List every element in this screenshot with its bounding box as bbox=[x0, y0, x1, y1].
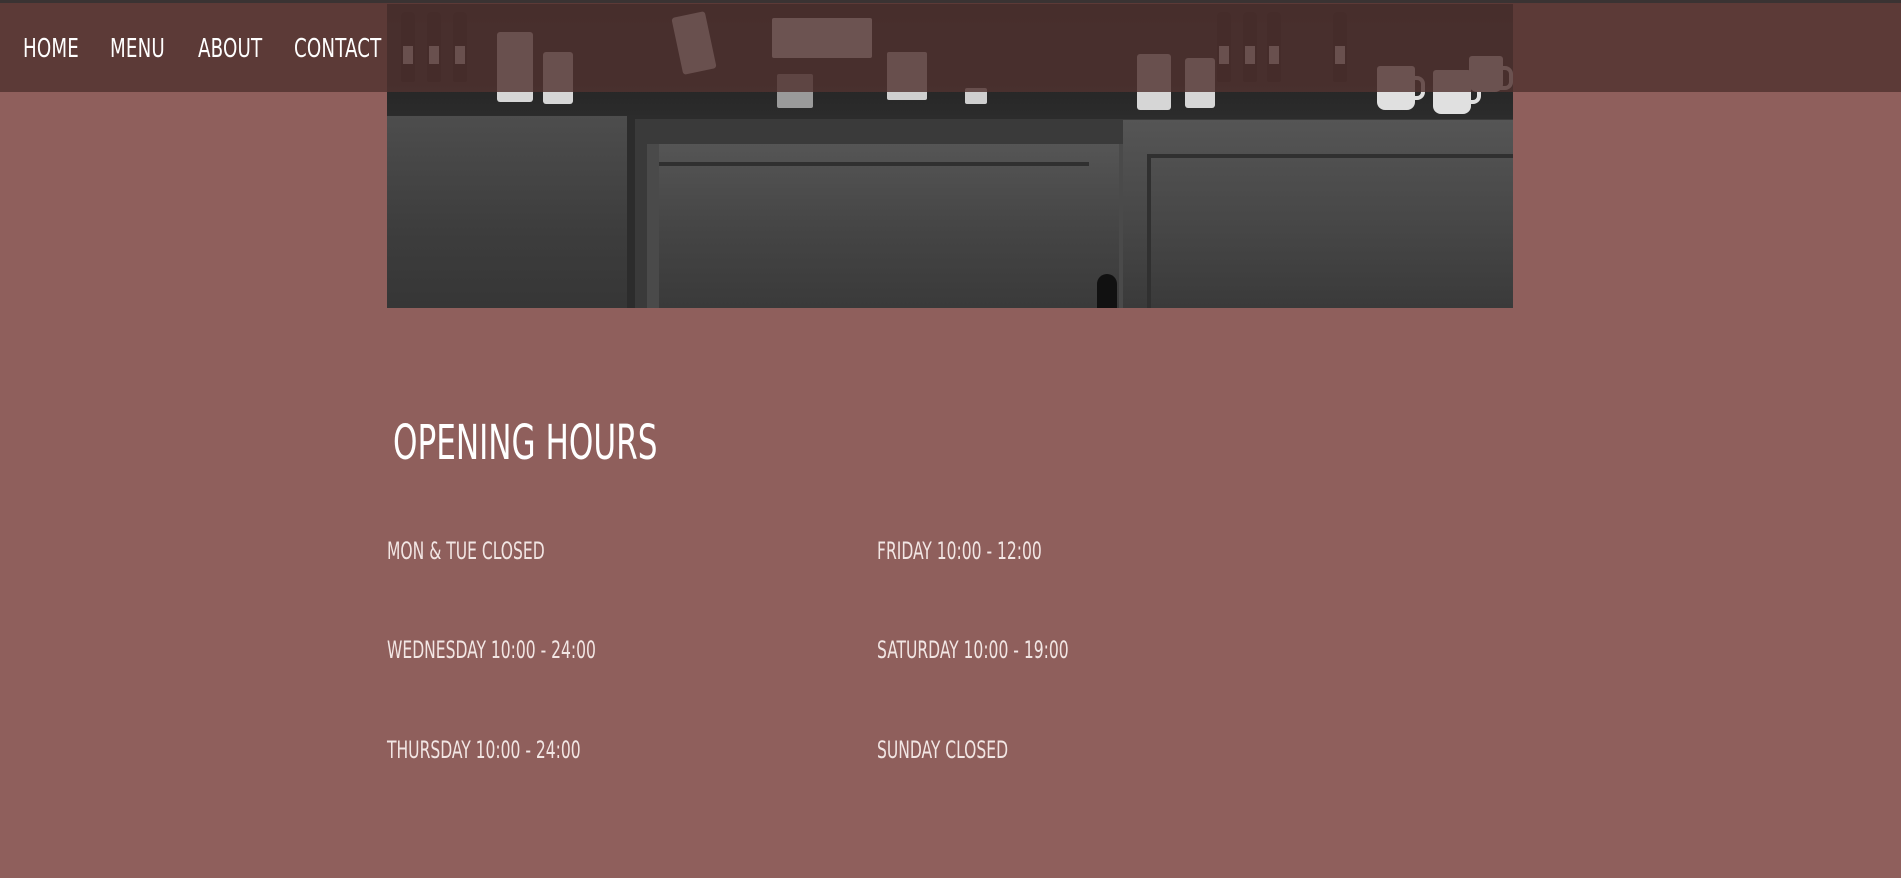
hours-saturday: SATURDAY 10:00 - 19:00 bbox=[877, 636, 1069, 664]
hours-mon-tue: MON & TUE CLOSED bbox=[387, 537, 545, 565]
hero-panel-edge bbox=[659, 162, 1089, 166]
nav-menu-link[interactable]: MENU bbox=[110, 33, 165, 65]
hero-counter bbox=[647, 144, 1133, 308]
hours-friday: FRIDAY 10:00 - 12:00 bbox=[877, 537, 1042, 565]
hours-sunday: SUNDAY CLOSED bbox=[877, 736, 1009, 764]
nav-contact-link[interactable]: CONTACT bbox=[294, 33, 381, 65]
hours-wednesday: WEDNESDAY 10:00 - 24:00 bbox=[387, 636, 596, 664]
hero-counter bbox=[387, 116, 635, 308]
nav-home-link[interactable]: HOME bbox=[23, 33, 79, 65]
hero-panel-edge bbox=[1147, 154, 1513, 158]
hero-stool bbox=[1097, 274, 1117, 308]
hero-counter bbox=[1123, 120, 1513, 308]
hours-thursday: THURSDAY 10:00 - 24:00 bbox=[387, 736, 581, 764]
hero-panel-edge bbox=[1147, 154, 1151, 308]
top-navigation: HOME MENU ABOUT CONTACT bbox=[0, 3, 1901, 92]
nav-about-link[interactable]: ABOUT bbox=[198, 33, 262, 65]
opening-hours-heading: OPENING HOURS bbox=[393, 415, 658, 471]
top-edge-strip bbox=[0, 0, 1901, 3]
